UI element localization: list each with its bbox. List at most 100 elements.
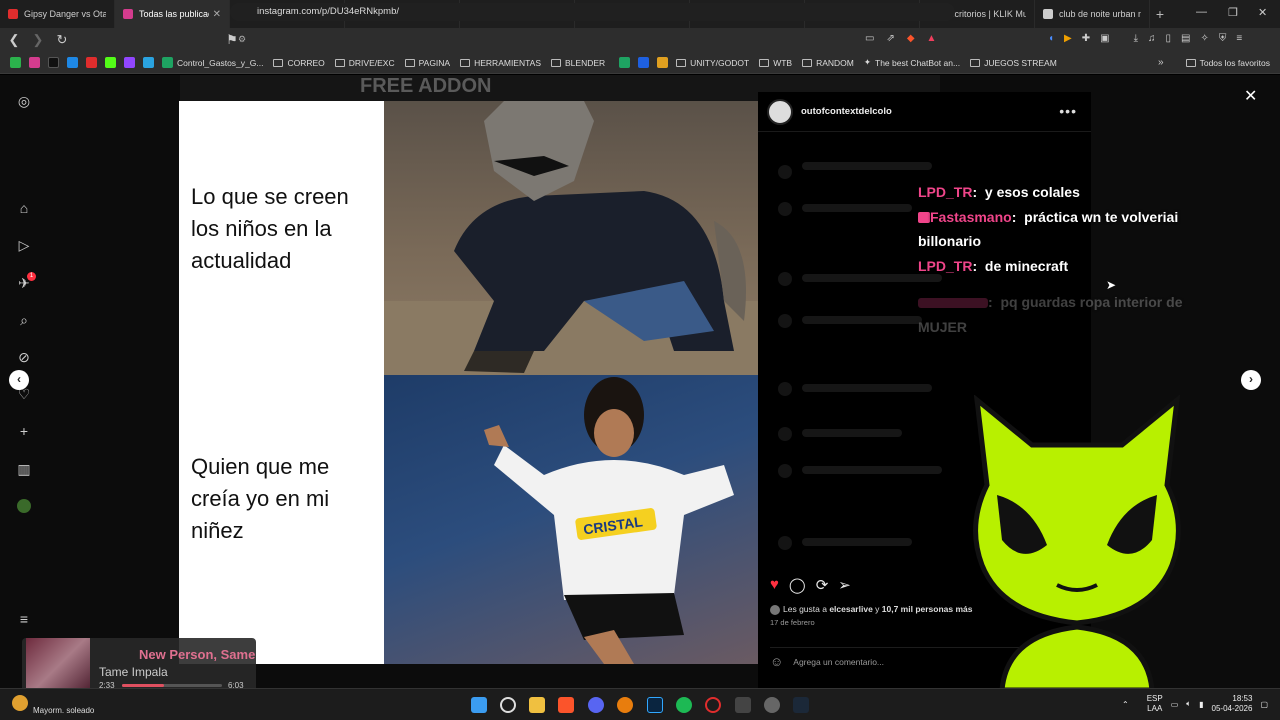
cast-icon[interactable]: ▭: [865, 33, 874, 44]
bookmark-folder-pagina[interactable]: PAGINA: [404, 58, 450, 68]
profile-avatar-icon[interactable]: [16, 499, 32, 515]
input-language[interactable]: ESP LAA: [1147, 694, 1163, 714]
bookmark-orange-icon[interactable]: [657, 57, 669, 68]
bookmark-folder-herramientas[interactable]: HERRAMIENTAS: [460, 58, 541, 68]
explore-icon[interactable]: ⊘: [16, 349, 32, 365]
stream-chat-overlay: LPD_TR: y esos colales Fastasmano: práct…: [918, 180, 1228, 339]
blender-icon[interactable]: [617, 697, 633, 713]
chat-text: y esos colales: [984, 184, 1080, 200]
next-post-button[interactable]: ›: [1241, 370, 1261, 390]
network-icon[interactable]: ▭: [1171, 700, 1179, 709]
bookmark-app-icon[interactable]: [10, 57, 21, 68]
forward-icon[interactable]: ❯: [28, 32, 48, 48]
clock[interactable]: 18:53 05-04-2026: [1212, 694, 1253, 714]
weather-sun-icon[interactable]: [12, 695, 28, 711]
file-explorer-icon[interactable]: [529, 697, 545, 713]
spotify-icon[interactable]: [676, 697, 692, 713]
all-favorites[interactable]: Todos los favoritos: [1185, 58, 1270, 68]
bookmark-g-icon[interactable]: [619, 57, 631, 68]
download-icon[interactable]: ⤓: [1134, 33, 1138, 44]
close-tab-icon[interactable]: ✕: [213, 9, 221, 20]
kick-icon[interactable]: [105, 57, 116, 68]
share-icon[interactable]: ⇗: [886, 33, 894, 44]
battery-icon[interactable]: ▮: [1199, 700, 1203, 709]
discord-icon[interactable]: [588, 697, 604, 713]
bookmark-control-gastos[interactable]: Control_Gastos_y_G...: [162, 57, 263, 68]
minimize-button[interactable]: —: [1196, 6, 1207, 18]
instagram-logo-icon[interactable]: ◎: [16, 93, 32, 109]
play-extension-icon[interactable]: ▶: [1064, 33, 1072, 44]
media-icon[interactable]: ♫: [1148, 33, 1156, 44]
repost-icon[interactable]: ⟳: [816, 576, 829, 594]
reload-icon[interactable]: ↻: [52, 32, 72, 48]
search-icon[interactable]: ⌕: [16, 312, 32, 328]
liker-username[interactable]: elcesarlive: [829, 604, 872, 614]
bookmark-folder-juegos[interactable]: JUEGOS STREAM: [970, 58, 1057, 68]
vpn-icon[interactable]: ⛨: [1219, 33, 1227, 44]
sidebar-icon[interactable]: ▯: [1166, 33, 1172, 44]
browser-tab[interactable]: Gipsy Danger vs Otach: [0, 0, 115, 28]
photoshop-icon[interactable]: [647, 697, 663, 713]
window-close-button[interactable]: ✕: [1258, 6, 1267, 19]
bookmark-chatbot[interactable]: ✦ The best ChatBot an...: [864, 57, 960, 68]
dashboard-icon[interactable]: ▥: [16, 461, 32, 477]
mail-icon[interactable]: [67, 57, 78, 68]
steam-icon[interactable]: [793, 697, 809, 713]
volume-icon[interactable]: 🔈︎: [1186, 699, 1191, 709]
like-heart-icon[interactable]: ♥: [770, 576, 779, 594]
wallet-icon[interactable]: ▤: [1181, 33, 1190, 44]
bookmark-folder-drive[interactable]: DRIVE/EXC: [334, 58, 395, 68]
brave-rewards-icon[interactable]: ▲: [927, 33, 937, 44]
browser-tab[interactable]: club de noite urban m: [1035, 0, 1150, 28]
app-icon[interactable]: [735, 697, 751, 713]
author-username[interactable]: outofcontextdelcolo: [801, 106, 892, 117]
url-field[interactable]: instagram.com/p/DU34eRNkpmb/: [230, 3, 955, 21]
bookmark-folder-wtb[interactable]: WTB: [759, 58, 792, 68]
post-image[interactable]: Lo que se creen los niños en la actualid…: [179, 101, 758, 664]
puzzle-icon[interactable]: ✚: [1082, 33, 1090, 44]
menu-icon[interactable]: ≡: [1236, 33, 1242, 44]
maximize-button[interactable]: ❐: [1228, 6, 1238, 19]
extension-icon[interactable]: ◖: [1048, 33, 1054, 44]
create-icon[interactable]: +: [16, 423, 32, 439]
notification-center-icon[interactable]: ▢: [1260, 700, 1268, 709]
track-progress-bar[interactable]: [122, 684, 222, 687]
telegram-icon[interactable]: [143, 57, 154, 68]
more-menu-icon[interactable]: ≡: [16, 611, 32, 627]
leo-icon[interactable]: ✧: [1200, 33, 1208, 44]
bookmark-folder-blender[interactable]: BLENDER: [551, 58, 605, 68]
bookmark-folder-random[interactable]: RANDOM: [802, 58, 854, 68]
obs-icon[interactable]: [764, 697, 780, 713]
new-tab-button[interactable]: +: [1150, 6, 1170, 22]
bookmark-be-icon[interactable]: [638, 57, 650, 68]
comment-input[interactable]: Agrega un comentario...: [793, 657, 884, 667]
emoji-icon[interactable]: ☺: [770, 654, 783, 669]
twitch-icon[interactable]: [124, 57, 135, 68]
previous-post-button[interactable]: ‹: [9, 370, 29, 390]
more-options-icon[interactable]: •••: [1059, 103, 1077, 119]
reels-icon[interactable]: ▷: [16, 237, 32, 253]
screenshot-icon[interactable]: ▣: [1100, 33, 1109, 44]
weather-text[interactable]: Mayorm. soleado: [33, 706, 94, 715]
youtube-icon[interactable]: [86, 57, 97, 68]
home-icon[interactable]: ⌂: [16, 200, 32, 216]
close-post-icon[interactable]: ✕: [1244, 86, 1257, 106]
x-icon[interactable]: [48, 57, 59, 68]
brave-shield-icon[interactable]: ◆: [907, 33, 915, 44]
bookmark-folder-unity[interactable]: UNITY/GODOT: [676, 58, 749, 68]
browser-tab[interactable]: Todas las publicacio ✕: [115, 0, 230, 28]
share-send-icon[interactable]: ➢: [838, 576, 851, 594]
search-taskbar-icon[interactable]: [500, 697, 516, 713]
opera-gx-icon[interactable]: [705, 697, 721, 713]
comment-icon[interactable]: ◯: [789, 576, 806, 594]
likes-count[interactable]: 10,7 mil personas más: [882, 604, 973, 614]
instagram-icon[interactable]: [29, 57, 40, 68]
back-icon[interactable]: ❮: [4, 32, 24, 48]
bookmarks-overflow-icon[interactable]: »: [1158, 57, 1164, 68]
brave-browser-icon[interactable]: [558, 697, 574, 713]
bookmark-folder-correo[interactable]: CORREO: [273, 58, 325, 68]
site-info-icon[interactable]: ⚙: [238, 34, 246, 45]
start-icon[interactable]: [471, 697, 487, 713]
author-avatar[interactable]: [767, 98, 793, 125]
tray-overflow-icon[interactable]: ⌃: [1122, 700, 1129, 709]
